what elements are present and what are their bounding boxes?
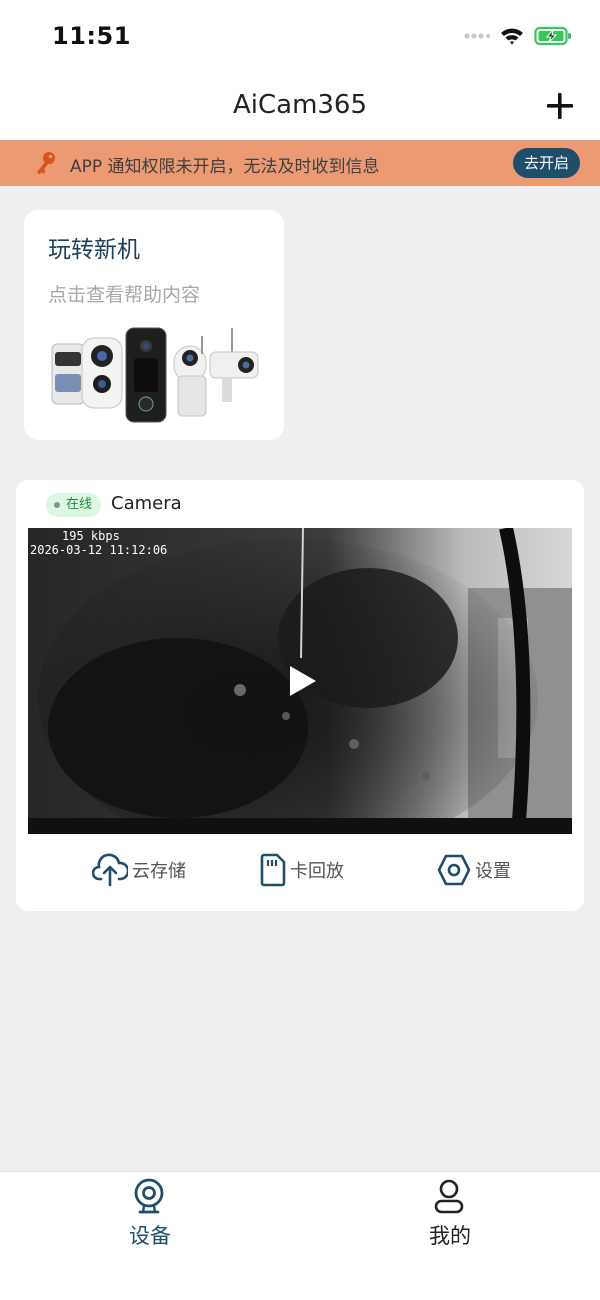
- page-title: AiCam365: [232, 90, 368, 120]
- timestamp-label: 2026-03-12 11:12:06: [30, 543, 168, 557]
- camera-products-image: [51, 327, 259, 423]
- online-status-label: 在线: [66, 497, 93, 512]
- device-card: 在线 Camera 195 kbps 2026-03-12 11:12:06 云…: [16, 480, 584, 911]
- play-icon[interactable]: [284, 663, 320, 699]
- guide-subtitle: 点击查看帮助内容: [48, 284, 201, 306]
- sd-card-icon: [260, 853, 286, 887]
- tab-devices[interactable]: 设备: [0, 1172, 300, 1272]
- bitrate-label: 195 kbps: [62, 529, 120, 543]
- online-status-badge: 在线: [46, 493, 102, 517]
- wifi-icon: [501, 28, 523, 45]
- user-icon: [434, 1179, 464, 1214]
- signal-icon: [464, 33, 490, 39]
- camera-preview[interactable]: 195 kbps 2026-03-12 11:12:06: [28, 528, 572, 834]
- status-time: 11:51: [52, 22, 131, 50]
- add-device-button[interactable]: [544, 90, 576, 122]
- guide-card[interactable]: 玩转新机 点击查看帮助内容: [24, 210, 284, 440]
- key-icon: [37, 152, 55, 175]
- enable-notifications-button[interactable]: 去开启: [512, 148, 580, 178]
- notification-permission-banner: APP 通知权限未开启，无法及时收到信息 去开启: [0, 140, 600, 186]
- card-playback-label: 卡回放: [290, 861, 344, 882]
- hex-settings-icon: [437, 854, 471, 886]
- nav-bar: AiCam365: [0, 78, 600, 140]
- tab-mine-label: 我的: [429, 1224, 471, 1248]
- tab-mine[interactable]: 我的: [300, 1172, 600, 1272]
- cloud-storage-label: 云存储: [132, 861, 186, 882]
- tab-bar: 设备 我的: [0, 1171, 600, 1300]
- camera-icon: [134, 1178, 164, 1214]
- status-dot-icon: [54, 502, 60, 508]
- status-icons: [464, 26, 572, 46]
- status-bar: 11:51: [0, 0, 600, 78]
- tab-devices-label: 设备: [129, 1224, 171, 1248]
- device-actions: 云存储 卡回放 设置: [16, 850, 584, 890]
- card-playback-button[interactable]: 卡回放: [260, 850, 344, 890]
- guide-title: 玩转新机: [48, 237, 140, 263]
- cloud-storage-button[interactable]: 云存储: [92, 850, 186, 890]
- battery-icon: [534, 26, 571, 46]
- banner-text: APP 通知权限未开启，无法及时收到信息: [70, 157, 380, 177]
- cloud-upload-icon: [92, 853, 128, 887]
- settings-label: 设置: [475, 861, 511, 882]
- settings-button[interactable]: 设置: [437, 850, 511, 890]
- device-name: Camera: [111, 493, 182, 514]
